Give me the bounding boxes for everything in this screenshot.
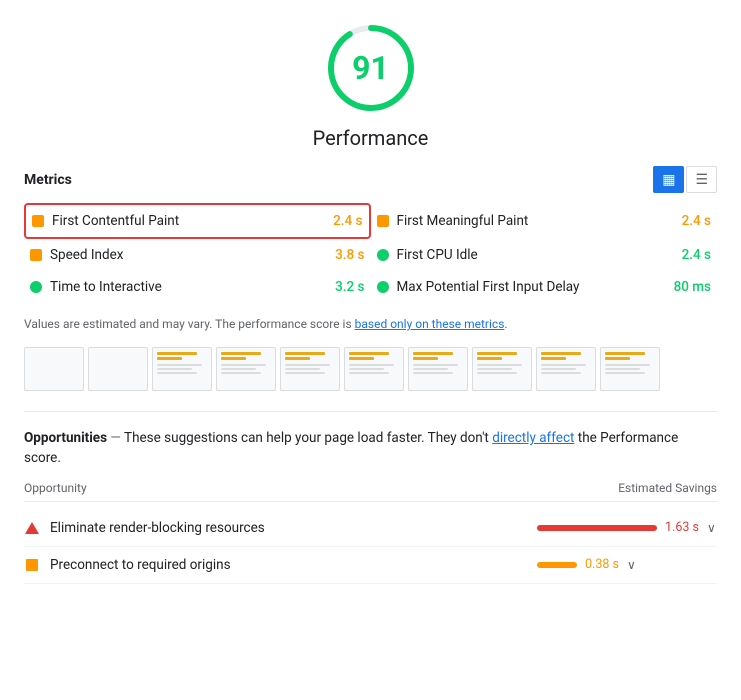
opportunities-header: Opportunities — These suggestions can he… — [24, 428, 717, 469]
thumbnail-10 — [600, 347, 660, 391]
square-icon — [26, 559, 38, 571]
opp-preconnect-chevron[interactable]: ∨ — [627, 558, 636, 572]
thumbnail-3 — [152, 347, 212, 391]
metrics-info: Values are estimated and may vary. The p… — [24, 315, 717, 333]
metric-fmp-value: 2.4 s — [682, 213, 711, 229]
metric-fcp: First Contentful Paint 2.4 s — [24, 203, 371, 239]
metrics-link[interactable]: based only on these metrics — [355, 317, 505, 331]
metric-si-name: Speed Index — [50, 247, 327, 263]
metric-fci: First CPU Idle 2.4 s — [371, 239, 718, 271]
metric-fmp: First Meaningful Paint 2.4 s — [371, 203, 718, 239]
opportunities-columns: Opportunity Estimated Savings — [24, 473, 717, 502]
score-value: 91 — [352, 49, 389, 87]
metric-tti-name: Time to Interactive — [50, 279, 327, 295]
metric-fci-value: 2.4 s — [682, 247, 711, 263]
thumbnail-7 — [408, 347, 468, 391]
metric-tti: Time to Interactive 3.2 s — [24, 271, 371, 303]
thumbnail-8 — [472, 347, 532, 391]
triangle-icon — [25, 522, 39, 534]
thumbnail-9 — [536, 347, 596, 391]
opp-preconnect-bar — [537, 562, 577, 568]
metric-fmp-name: First Meaningful Paint — [397, 213, 674, 229]
opp-render-blocking-value: 1.63 s — [665, 520, 699, 535]
metrics-header: Metrics ▦ ☰ — [24, 166, 717, 193]
metrics-grid: First Contentful Paint 2.4 s First Meani… — [24, 203, 717, 303]
thumbnail-2 — [88, 347, 148, 391]
metric-mpfid-dot — [377, 281, 389, 293]
thumbnail-5 — [280, 347, 340, 391]
opp-row-preconnect[interactable]: Preconnect to required origins 0.38 s ∨ — [24, 547, 717, 584]
metric-tti-dot — [30, 281, 42, 293]
metric-fci-dot — [377, 249, 389, 261]
thumbnail-6 — [344, 347, 404, 391]
metric-mpfid-value: 80 ms — [674, 279, 711, 295]
metrics-title: Metrics — [24, 172, 72, 188]
metric-fcp-name: First Contentful Paint — [52, 213, 325, 229]
list-view-button[interactable]: ☰ — [686, 166, 717, 193]
metric-si: Speed Index 3.8 s — [24, 239, 371, 271]
opp-icon-preconnect — [24, 557, 40, 573]
opportunities-desc: These suggestions can help your page loa… — [124, 430, 492, 446]
grid-view-button[interactable]: ▦ — [653, 166, 684, 193]
metric-si-value: 3.8 s — [335, 247, 364, 263]
thumbnails-strip — [24, 347, 717, 391]
opp-icon-warning — [24, 520, 40, 536]
score-section: 91 Performance — [24, 20, 717, 150]
score-label: Performance — [313, 126, 429, 150]
divider — [24, 411, 717, 412]
opp-row-render-blocking[interactable]: Eliminate render-blocking resources 1.63… — [24, 510, 717, 547]
score-circle: 91 — [323, 20, 419, 116]
col-savings: Estimated Savings — [618, 481, 717, 495]
opportunities-title: Opportunities — [24, 430, 107, 446]
thumbnail-1 — [24, 347, 84, 391]
metric-tti-value: 3.2 s — [335, 279, 364, 295]
col-opportunity: Opportunity — [24, 481, 87, 495]
metric-fcp-dot — [32, 215, 44, 227]
metric-fmp-dot — [377, 215, 389, 227]
opp-render-blocking-bar-container: 1.63 s ∨ — [537, 520, 717, 535]
view-toggle: ▦ ☰ — [653, 166, 717, 193]
metric-fcp-value: 2.4 s — [333, 213, 362, 229]
directly-affect-link[interactable]: directly affect — [492, 430, 574, 446]
opp-preconnect-value: 0.38 s — [585, 557, 619, 572]
thumbnail-4 — [216, 347, 276, 391]
opp-preconnect-bar-container: 0.38 s ∨ — [537, 557, 717, 572]
opp-preconnect-name: Preconnect to required origins — [50, 557, 527, 573]
metric-fci-name: First CPU Idle — [397, 247, 674, 263]
opp-render-blocking-bar — [537, 525, 657, 531]
metric-mpfid-name: Max Potential First Input Delay — [397, 279, 666, 295]
metric-si-dot — [30, 249, 42, 261]
metric-mpfid: Max Potential First Input Delay 80 ms — [371, 271, 718, 303]
opp-render-blocking-name: Eliminate render-blocking resources — [50, 520, 527, 536]
opp-render-blocking-chevron[interactable]: ∨ — [707, 521, 716, 535]
